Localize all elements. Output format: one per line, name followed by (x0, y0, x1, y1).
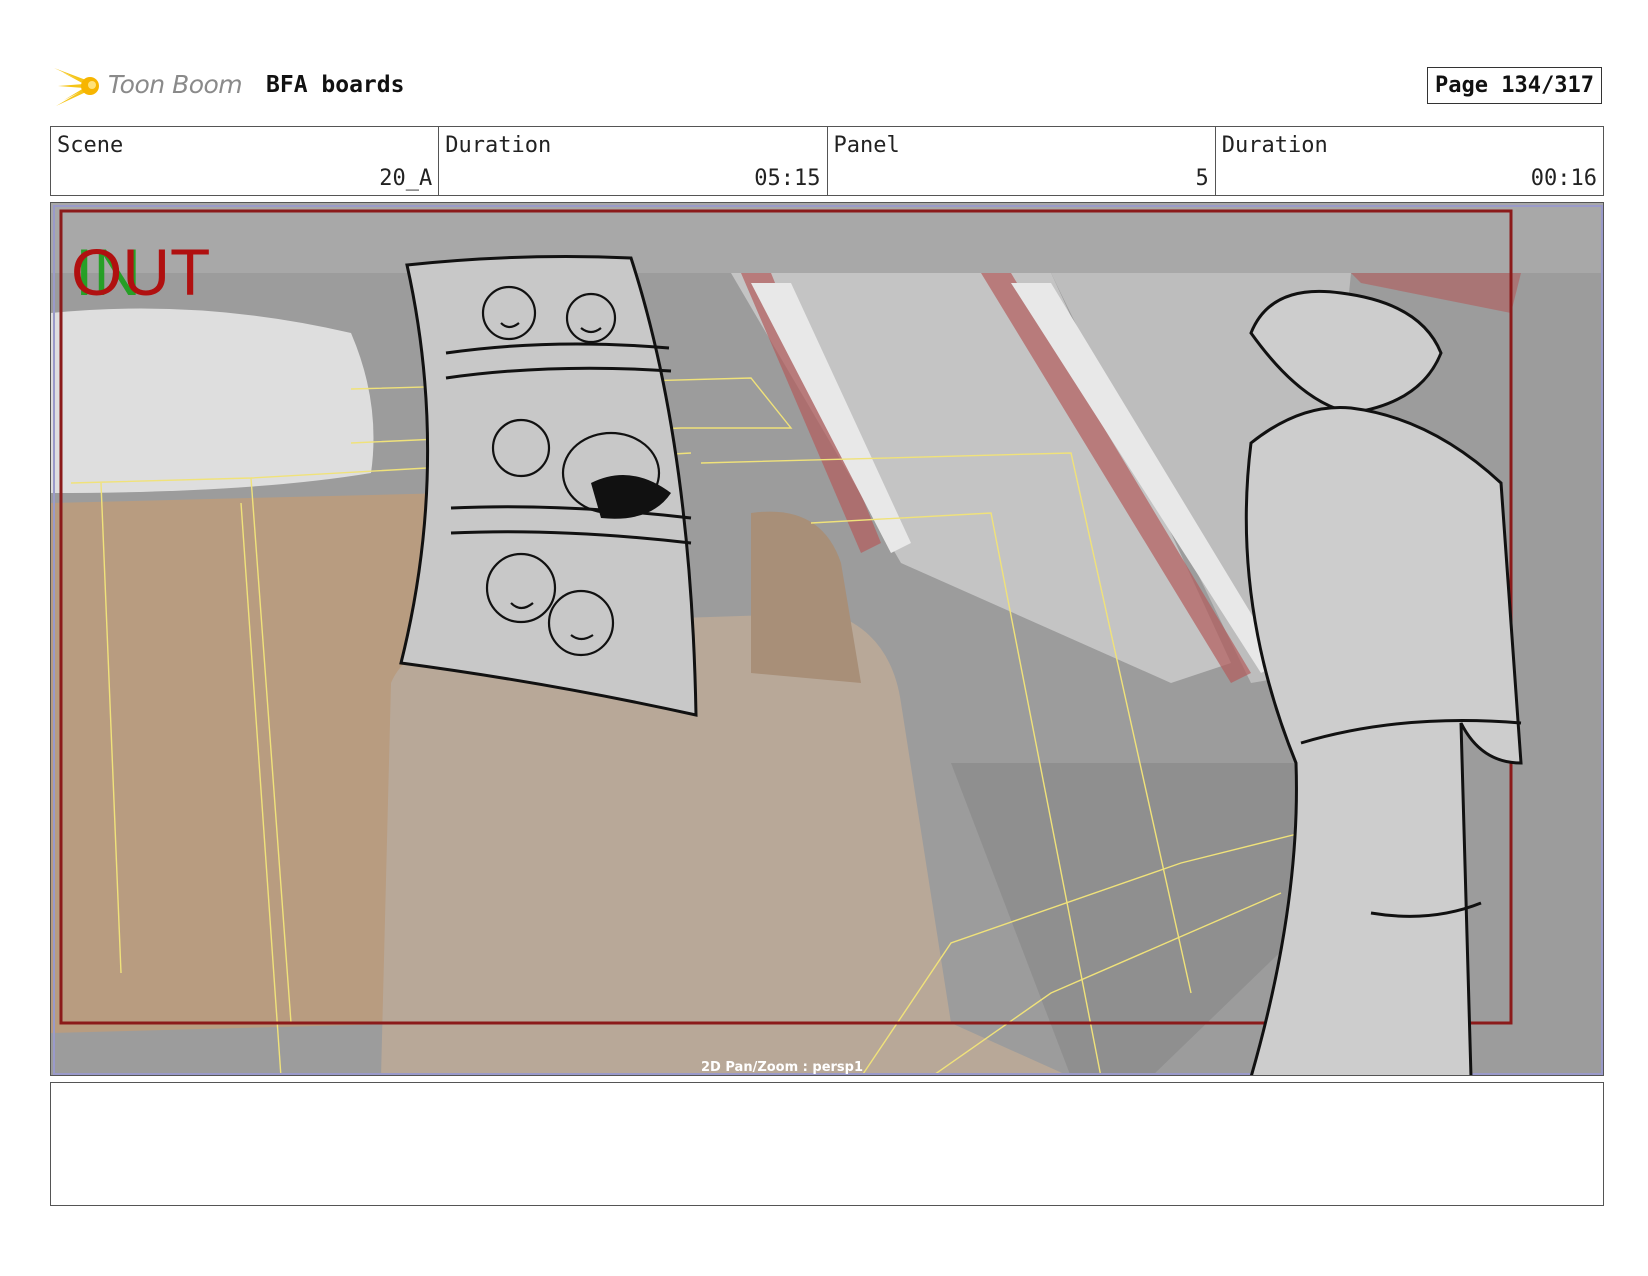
scene-value: 20_A (379, 166, 433, 191)
panel-duration-label: Duration (1221, 133, 1328, 158)
camera-label: 2D Pan/Zoom : persp1 (701, 1060, 863, 1075)
toon-boom-logo-icon (54, 68, 99, 106)
panel-duration-cell: Duration 00:16 (1216, 127, 1603, 195)
panel-value: 5 (1195, 166, 1209, 191)
out-marker: OUT (71, 235, 210, 309)
brand-name: Toon Boom (108, 70, 243, 99)
scene-duration-label: Duration (445, 133, 552, 158)
scene-duration-value: 05:15 (754, 166, 821, 191)
panel-label: Panel (833, 133, 900, 158)
project-title: BFA boards (266, 72, 405, 98)
panel-drawing: IN OUT 2D Pan/Zoom: persp1 (51, 203, 1603, 1075)
notes-box[interactable] (50, 1082, 1604, 1206)
headrest-left (51, 308, 374, 493)
page-header: Toon Boom BFA boards Page 134/317 (50, 58, 1602, 114)
storyboard-panel: IN OUT 2D Pan/Zoom: persp1 (50, 202, 1604, 1076)
scene-cell: Scene 20_A (51, 127, 440, 195)
roof-area (51, 203, 1603, 273)
panel-duration-value: 00:16 (1530, 166, 1597, 191)
panel-cell: Panel 5 (828, 127, 1216, 195)
page-indicator: Page 134/317 (1427, 67, 1602, 104)
scene-info-table: Scene 20_A Duration 05:15 Panel 5 Durati… (50, 126, 1604, 196)
scene-duration-cell: Duration 05:15 (439, 127, 828, 195)
scene-label: Scene (57, 133, 124, 158)
photo-strip-sketch (399, 255, 698, 717)
